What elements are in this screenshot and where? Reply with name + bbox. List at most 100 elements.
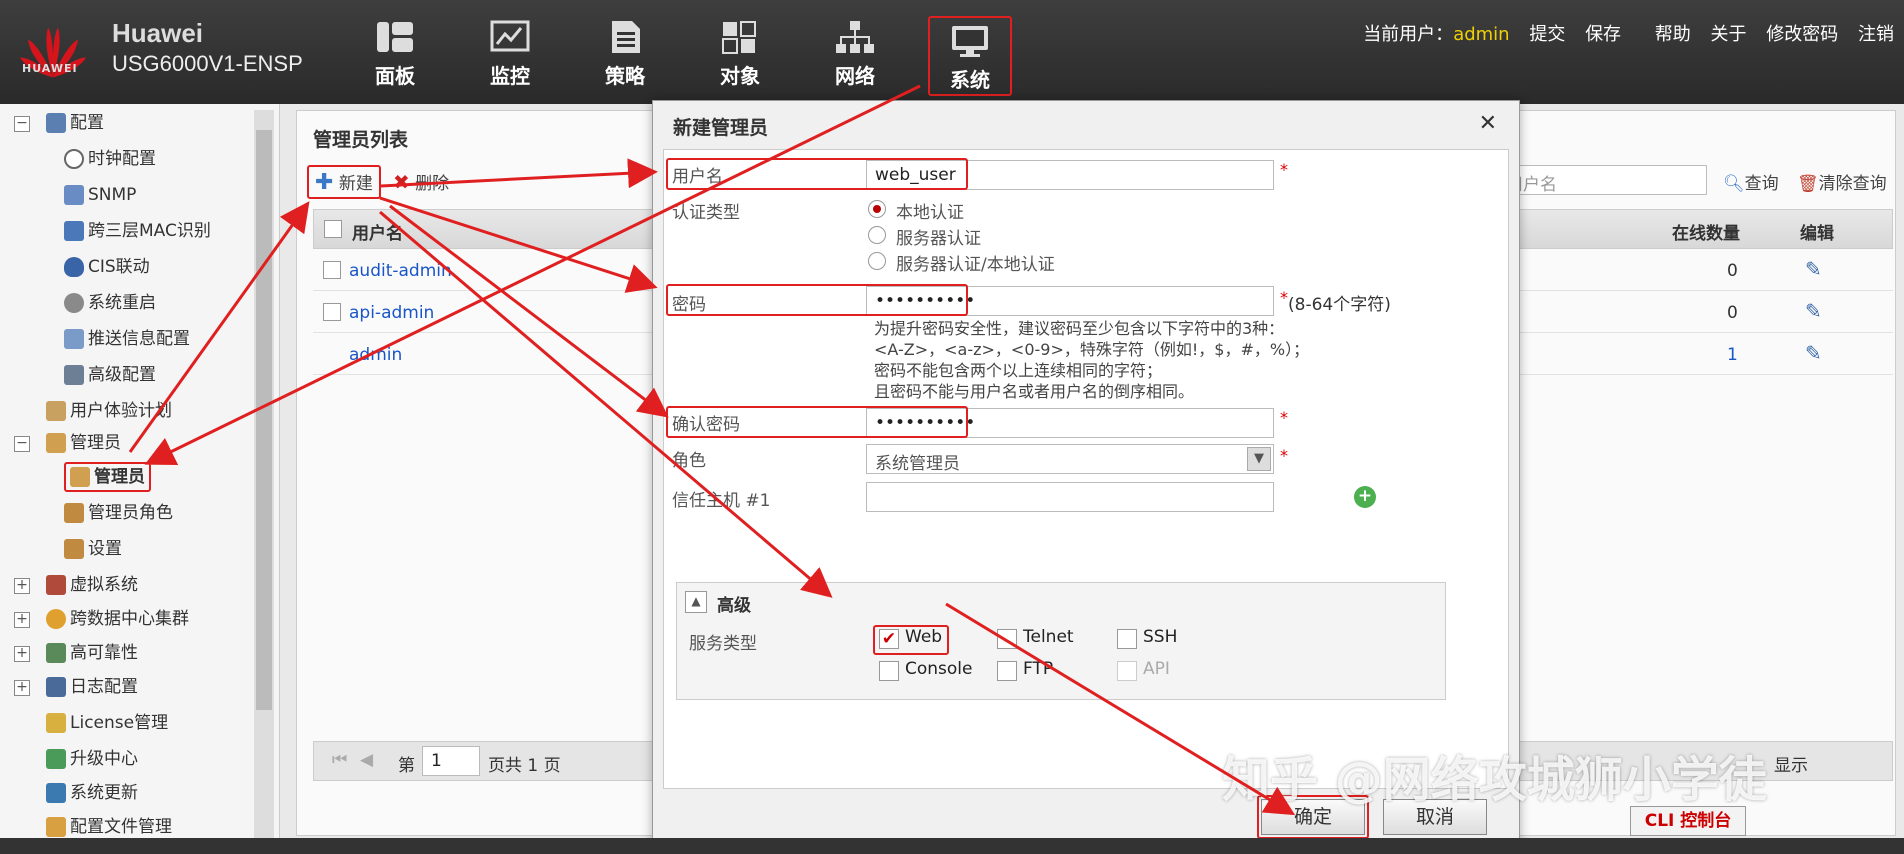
auth-server-local-radio[interactable]	[868, 252, 886, 270]
page: HUAWEI Huawei USG6000V1-ENSP 面板 监控 策略 对象…	[0, 0, 1904, 854]
sidebar-item-admin[interactable]: 管理员	[64, 462, 151, 492]
add-host-icon[interactable]: +	[1354, 486, 1376, 508]
policy-icon	[612, 21, 640, 53]
nav-label: 策略	[605, 64, 645, 88]
nav-label: 网络	[835, 64, 875, 88]
sidebar-item-cluster[interactable]: 跨数据中心集群	[46, 604, 189, 634]
clear-icon: 🗑︎	[1797, 174, 1819, 194]
row-checkbox[interactable]	[323, 261, 341, 279]
ftp-label: FTP	[1023, 659, 1054, 679]
nav-object[interactable]: 对象	[695, 20, 785, 89]
username-field[interactable]: web_user	[866, 160, 1274, 190]
sidebar-item-cis[interactable]: CIS联动	[64, 252, 150, 282]
password-field[interactable]: ••••••••••	[866, 286, 1274, 316]
upgrade-icon	[46, 749, 66, 769]
sidebar-scrollbar[interactable]	[254, 110, 274, 840]
sidebar-item-clock[interactable]: 时钟配置	[64, 144, 156, 174]
ha-icon	[46, 643, 66, 663]
sidebar-item-advanced[interactable]: 高级配置	[64, 360, 156, 390]
edit-icon[interactable]: ✎	[1805, 341, 1822, 365]
api-label: API	[1143, 659, 1170, 679]
settings-icon	[64, 539, 84, 559]
edit-icon[interactable]: ✎	[1805, 257, 1822, 281]
role-label: 角色	[672, 451, 706, 471]
auth-server-radio[interactable]	[868, 226, 886, 244]
nav-system[interactable]: 系统	[928, 16, 1012, 96]
prev-page-icon[interactable]: ◀︎	[360, 750, 373, 770]
sidebar-item-mac[interactable]: 跨三层MAC识别	[64, 216, 211, 246]
nav-dashboard[interactable]: 面板	[350, 20, 440, 89]
auth-local-radio[interactable]	[868, 200, 886, 218]
cli-console-button[interactable]: CLI 控制台	[1630, 806, 1746, 836]
sidebar-item-snmp[interactable]: SNMP	[64, 180, 136, 210]
confirm-password-label: 确认密码	[672, 415, 740, 435]
first-page-icon[interactable]: ⏮︎	[332, 750, 347, 770]
sidebar-item-admin-role[interactable]: 管理员角色	[64, 498, 173, 528]
sidebar-item-user-experience[interactable]: 用户体验计划	[46, 396, 172, 426]
vsys-icon	[46, 575, 66, 595]
sidebar-item-vsys[interactable]: 虚拟系统	[46, 570, 138, 600]
about-link[interactable]: 关于	[1711, 24, 1747, 45]
required-mark: *	[1280, 408, 1288, 427]
sidebar-item-license[interactable]: License管理	[46, 708, 168, 738]
expand-ha-icon[interactable]: +	[14, 646, 30, 662]
confirm-password-field[interactable]: ••••••••••	[866, 408, 1274, 438]
col-username: 用户名	[352, 224, 403, 244]
online-count[interactable]: 1	[1727, 345, 1738, 365]
nav-monitor[interactable]: 监控	[465, 20, 555, 89]
change-password-link[interactable]: 修改密码	[1766, 24, 1838, 45]
help-link[interactable]: 帮助	[1655, 24, 1691, 45]
page-input[interactable]: 1	[422, 746, 480, 776]
chevron-down-icon[interactable]: ▼	[1247, 447, 1271, 471]
submit-link[interactable]: 提交	[1529, 24, 1565, 45]
select-all-checkbox[interactable]	[324, 220, 342, 238]
expand-vsys-icon[interactable]: +	[14, 578, 30, 594]
sidebar-item-push[interactable]: 推送信息配置	[64, 324, 190, 354]
sidebar-item-update[interactable]: 系统更新	[46, 778, 138, 808]
row-checkbox[interactable]	[323, 303, 341, 321]
close-icon[interactable]: ✕	[1479, 111, 1497, 136]
required-mark: *	[1280, 288, 1288, 307]
ssh-checkbox[interactable]	[1117, 629, 1137, 649]
sidebar-item-log[interactable]: 日志配置	[46, 672, 138, 702]
nav-policy[interactable]: 策略	[580, 20, 670, 89]
edit-icon[interactable]: ✎	[1805, 299, 1822, 323]
user-bar: 当前用户：admin 提交 保存 帮助 关于 修改密码 注销	[1363, 20, 1894, 46]
new-button[interactable]: ✚ 新建	[307, 165, 381, 199]
service-type-label: 服务类型	[689, 634, 757, 654]
console-checkbox[interactable]	[879, 661, 899, 681]
collapse-config-icon[interactable]: −	[14, 116, 30, 132]
expand-cluster-icon[interactable]: +	[14, 612, 30, 628]
scroll-thumb[interactable]	[256, 130, 272, 710]
expand-log-icon[interactable]: +	[14, 680, 30, 696]
username-link[interactable]: audit-admin	[349, 261, 452, 281]
object-icon	[722, 21, 756, 54]
sidebar-item-restart[interactable]: 系统重启	[64, 288, 156, 318]
role-select[interactable]: 系统管理员 ▼	[866, 444, 1274, 474]
collapse-admin-icon[interactable]: −	[14, 436, 30, 452]
telnet-label: Telnet	[1023, 627, 1074, 647]
nav-network[interactable]: 网络	[810, 20, 900, 89]
query-button[interactable]: 🔍︎查询	[1723, 169, 1779, 194]
console-label: Console	[905, 659, 973, 679]
clear-query-button[interactable]: 🗑︎清除查询	[1797, 169, 1887, 194]
device-model: USG6000V1-ENSP	[112, 51, 303, 76]
col-edit: 编辑	[1800, 224, 1834, 244]
telnet-checkbox[interactable]	[997, 629, 1017, 649]
ftp-checkbox[interactable]	[997, 661, 1017, 681]
sidebar-item-upgrade[interactable]: 升级中心	[46, 744, 138, 774]
web-checkbox[interactable]: ✔	[879, 629, 899, 649]
username-link[interactable]: admin	[349, 345, 402, 365]
admin-group-icon	[46, 433, 66, 453]
trusted-host-field[interactable]	[866, 482, 1274, 512]
sidebar-item-admin-group[interactable]: 管理员	[46, 428, 121, 458]
sidebar-item-settings[interactable]: 设置	[64, 534, 122, 564]
search-input[interactable]: 用户名	[1497, 165, 1707, 195]
sidebar-item-config[interactable]: 配置	[46, 108, 104, 138]
sidebar-item-ha[interactable]: 高可靠性	[46, 638, 138, 668]
save-link[interactable]: 保存	[1585, 24, 1621, 45]
delete-button[interactable]: ✖ 删除	[393, 169, 449, 194]
collapse-advanced-icon[interactable]: ▲	[685, 591, 707, 613]
logout-link[interactable]: 注销	[1858, 24, 1894, 45]
username-link[interactable]: api-admin	[349, 303, 434, 323]
